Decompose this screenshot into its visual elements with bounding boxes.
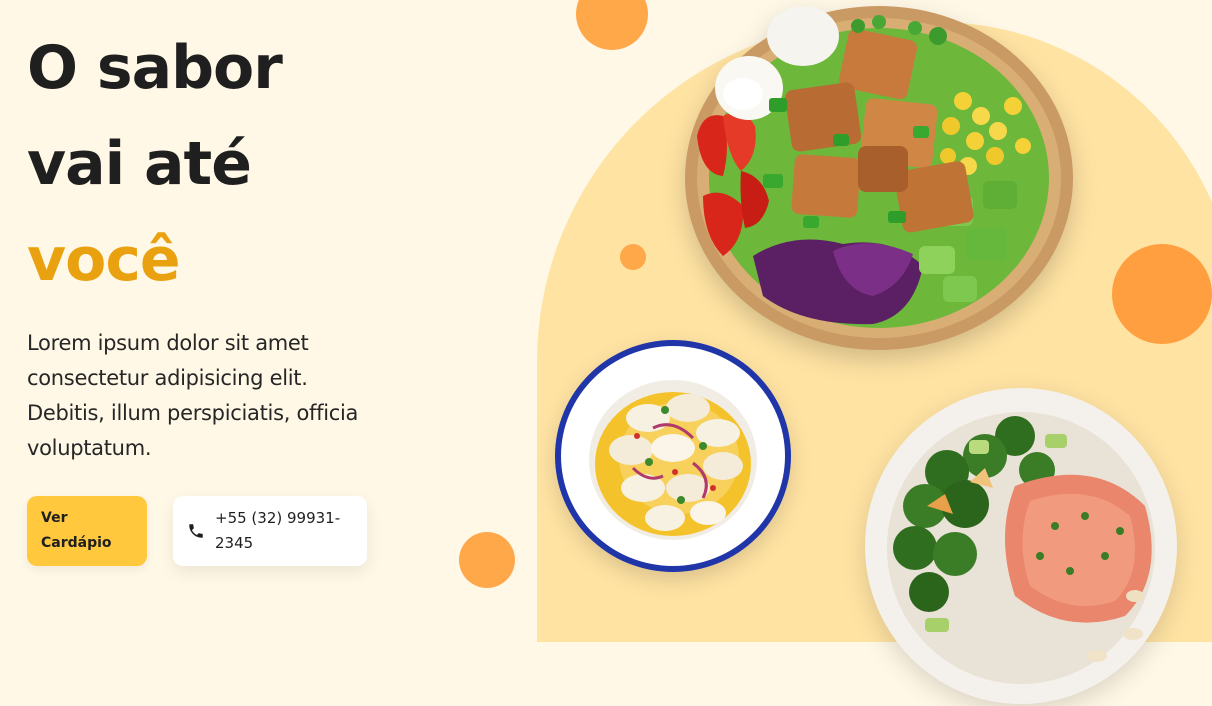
phone-icon — [187, 522, 205, 540]
hero-title: O sabor vai até você — [27, 20, 283, 308]
hero-title-accent: você — [27, 225, 181, 295]
salmon-plate-image — [865, 386, 1177, 706]
ceviche-bowl-image — [553, 338, 793, 574]
hero-title-line-2: vai até — [27, 129, 252, 199]
decor-circle-bottom — [459, 532, 515, 588]
decor-circle-right — [1112, 244, 1212, 344]
phone-contact-button[interactable]: +55 (32) 99931-2345 — [173, 496, 367, 566]
decor-circle-small — [620, 244, 646, 270]
hero-description: Lorem ipsum dolor sit amet consectetur a… — [27, 331, 359, 460]
view-menu-button[interactable]: Ver Cardápio — [27, 496, 147, 566]
salad-bowl-image — [683, 6, 1075, 354]
hero-title-line-1: O sabor — [27, 33, 283, 103]
phone-number: +55 (32) 99931-2345 — [215, 509, 341, 552]
decor-circle-top — [576, 0, 648, 50]
